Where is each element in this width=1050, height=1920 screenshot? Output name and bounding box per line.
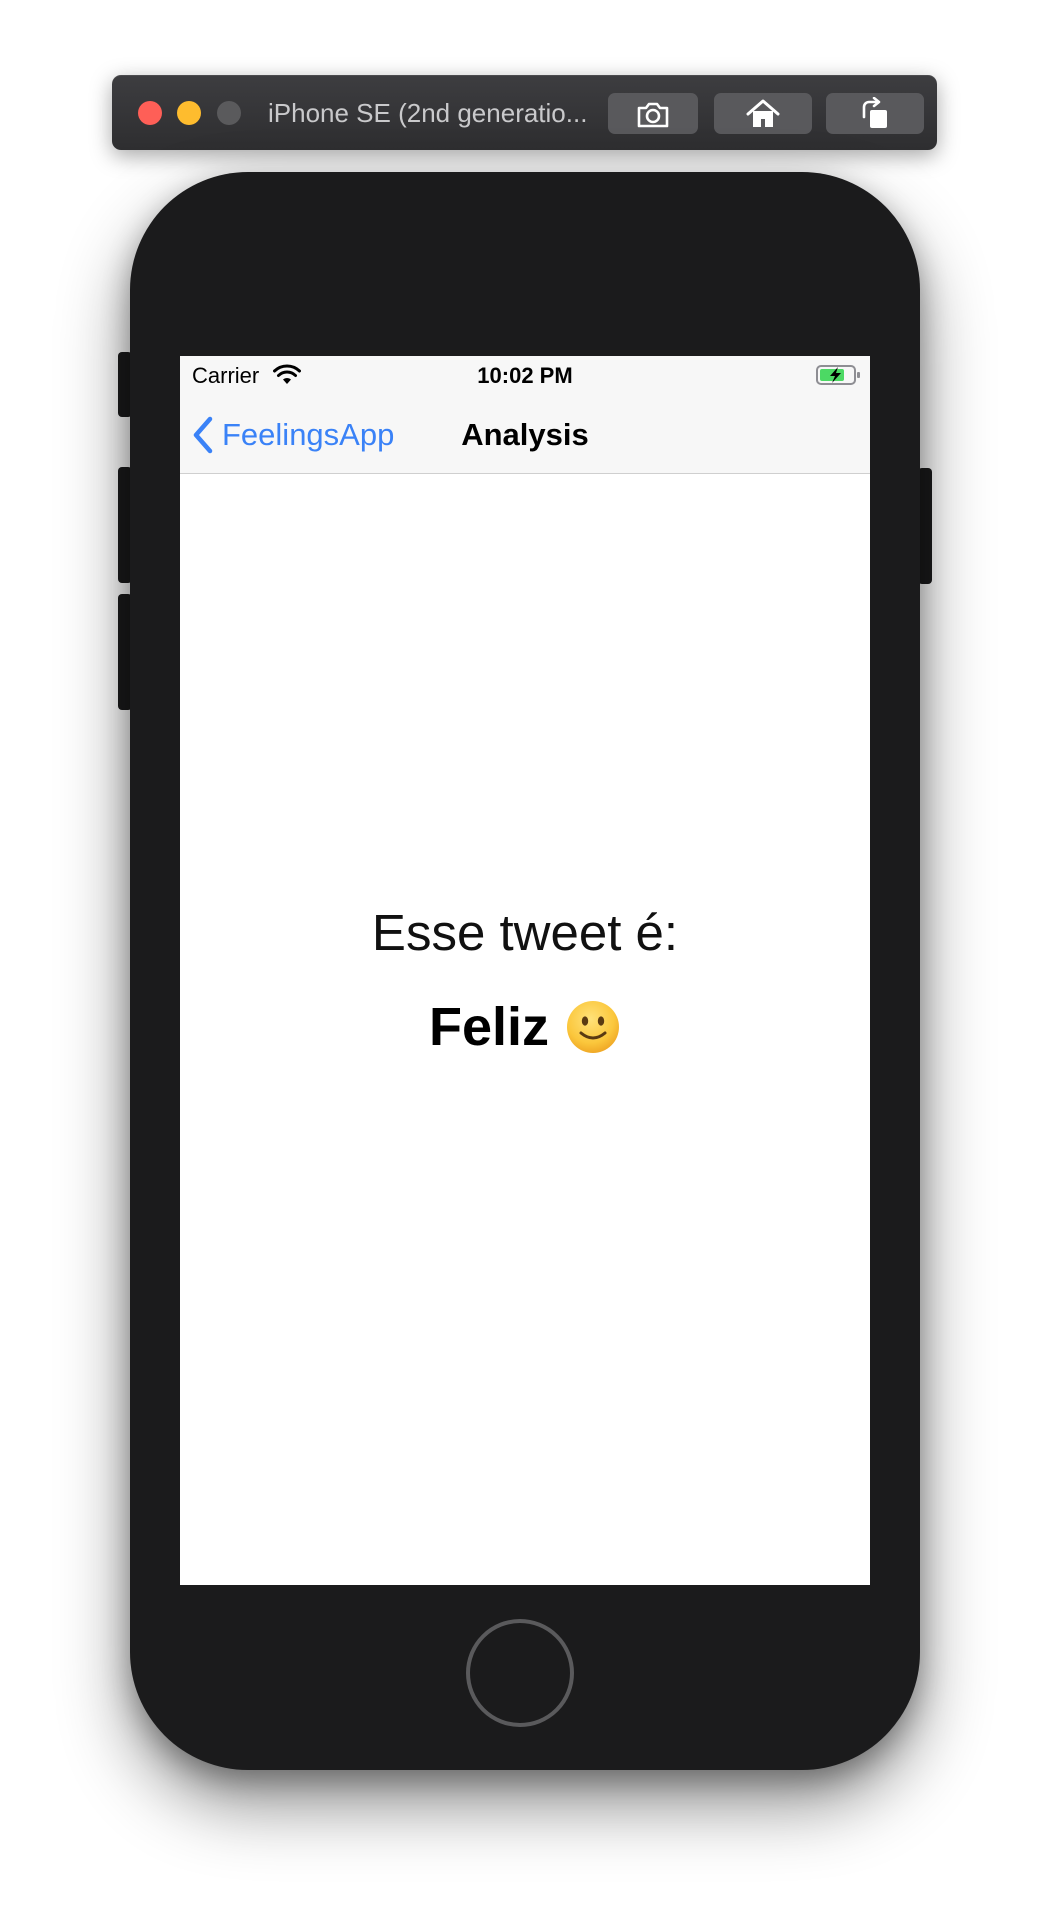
device-home-button[interactable] — [466, 1619, 574, 1727]
device-screen: Carrier 10:02 PM FeelingsApp Analysis Es… — [180, 356, 870, 1585]
home-toolbar-button[interactable] — [714, 93, 812, 134]
nav-title: Analysis — [461, 417, 589, 452]
minimize-window-button[interactable] — [177, 101, 201, 125]
sentiment-label: Feliz — [428, 997, 550, 1057]
analysis-content: Esse tweet é: Feliz — [180, 474, 870, 1585]
simulator-title: iPhone SE (2nd generatio... — [268, 98, 588, 128]
slightly-smiling-face-icon — [567, 1001, 620, 1053]
analysis-prompt: Esse tweet é: — [371, 904, 679, 961]
battery-charging-icon — [816, 365, 860, 385]
home-icon — [746, 99, 780, 127]
screenshot-icon — [637, 102, 669, 127]
status-time: 10:02 PM — [477, 363, 573, 388]
rotate-button[interactable] — [826, 93, 924, 134]
simulator-toolbar: iPhone SE (2nd generatio... — [112, 75, 937, 150]
rotate-icon — [862, 96, 887, 128]
power-button — [918, 468, 932, 584]
analysis-result: Feliz — [180, 994, 870, 1060]
close-window-button[interactable] — [138, 101, 162, 125]
zoom-window-button[interactable] — [217, 101, 241, 125]
status-bar: Carrier 10:02 PM — [180, 356, 870, 396]
screenshot-button[interactable] — [608, 93, 698, 134]
navigation-bar: FeelingsApp Analysis — [180, 396, 870, 474]
